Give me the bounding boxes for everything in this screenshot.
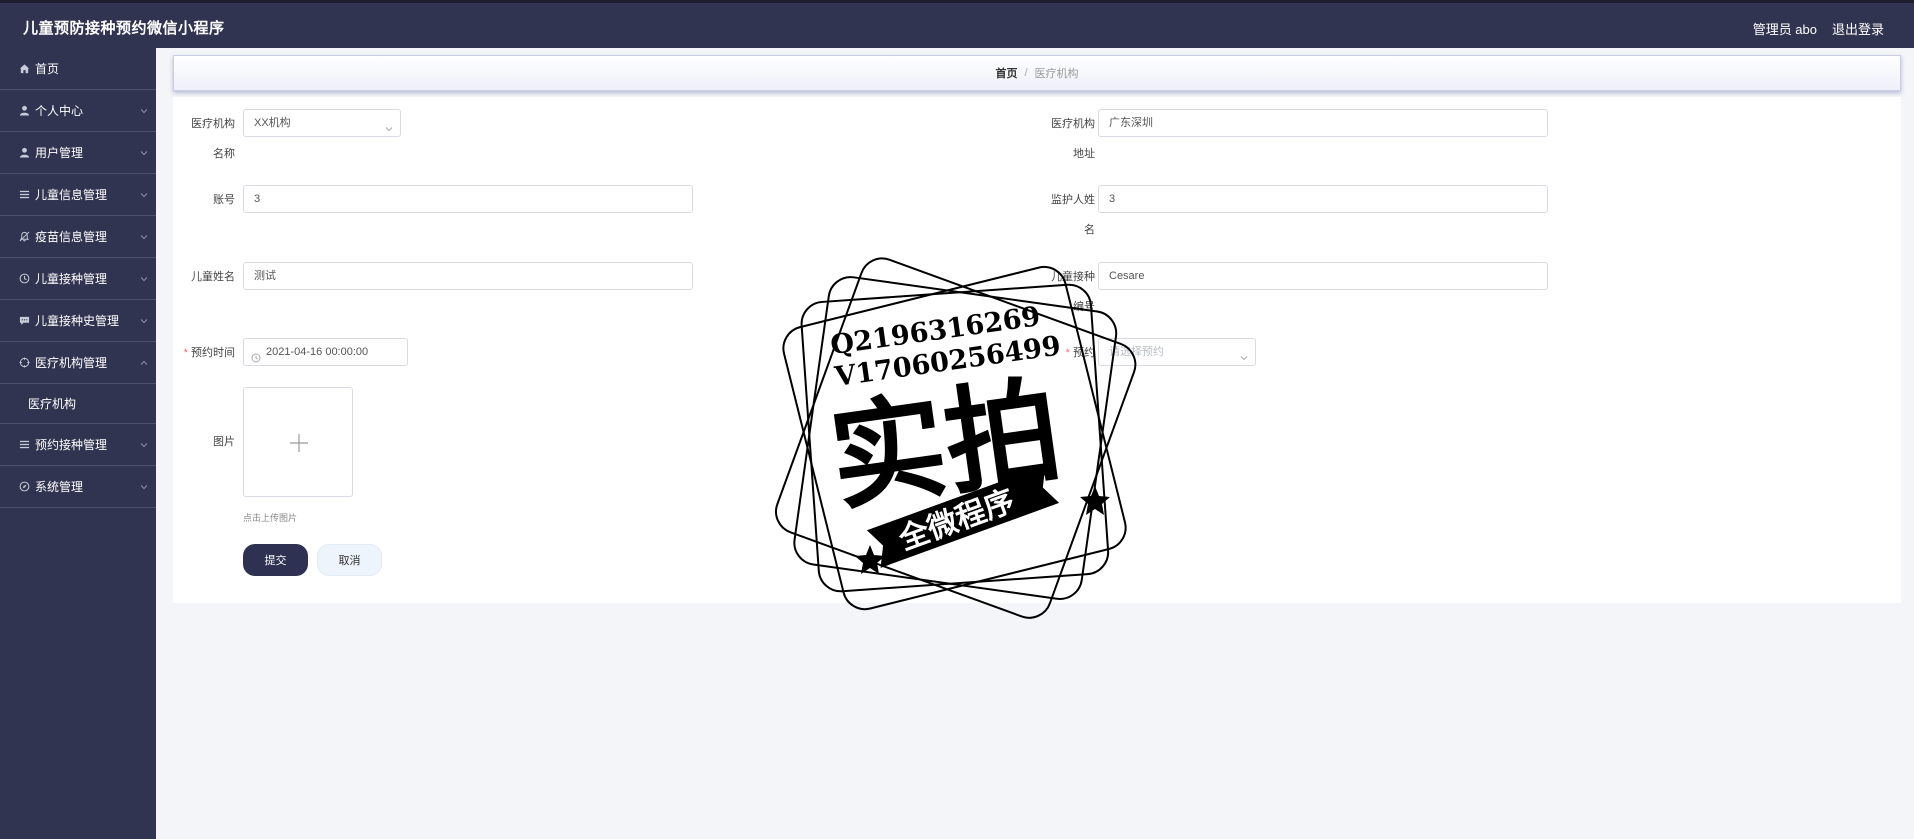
breadcrumb-current: 医疗机构	[1034, 68, 1079, 80]
child-name-label: 儿童姓名	[191, 271, 235, 283]
sidebar-item-label: 医疗机构管理	[35, 356, 108, 370]
guardian-name-label-line1: 监护人姓	[1051, 194, 1095, 206]
guardian-name-input[interactable]: 3	[1098, 185, 1548, 213]
bell-icon	[18, 231, 30, 243]
chevron-down-icon	[1239, 347, 1249, 361]
breadcrumb: 首页 / 医疗机构	[173, 55, 1901, 91]
sidebar-item-child-info[interactable]: 儿童信息管理	[0, 174, 156, 216]
org-name-label-line1: 医疗机构	[191, 118, 235, 130]
sidebar-item-label: 疫苗信息管理	[35, 230, 108, 244]
org-name-select-value: XX机构	[254, 117, 291, 129]
chevron-down-icon	[138, 189, 150, 201]
chevron-down-icon	[138, 439, 150, 451]
sidebar-item-label: 儿童信息管理	[35, 188, 108, 202]
star-icon	[855, 545, 885, 574]
account-label: 账号	[213, 194, 235, 206]
home-icon	[18, 63, 30, 75]
image-upload[interactable]	[243, 387, 353, 497]
clock-icon	[18, 273, 30, 285]
org-address-input[interactable]: 广东深圳	[1098, 109, 1548, 137]
sidebar-item-appointment-management[interactable]: 预约接种管理	[0, 424, 156, 466]
list-icon	[18, 439, 30, 451]
chat-icon	[18, 315, 30, 327]
submit-button[interactable]: 提交	[243, 544, 308, 576]
user-icon	[18, 147, 30, 159]
sidebar-item-label: 系统管理	[35, 480, 84, 494]
admin-user-label: 管理员 abo	[1752, 22, 1817, 37]
watermark-stamp: Q2196316269 V17060256499 实拍 全微程序	[760, 243, 1150, 638]
sidebar-item-home[interactable]: 首页	[0, 48, 156, 90]
chevron-up-icon	[138, 357, 150, 369]
crosshair-icon	[18, 357, 30, 369]
upload-hint: 点击上传图片	[243, 513, 298, 523]
sidebar-item-label: 首页	[35, 62, 60, 76]
sidebar-item-medical-org-management[interactable]: 医疗机构管理	[0, 342, 156, 384]
sidebar-item-personal-center[interactable]: 个人中心	[0, 90, 156, 132]
appointment-time-label-text: 预约时间	[191, 347, 235, 359]
chevron-down-icon	[138, 105, 150, 117]
org-address-label: 医疗机构 地址	[1043, 118, 1095, 161]
chevron-down-icon	[384, 118, 394, 132]
sidebar-item-child-vaccination[interactable]: 儿童接种管理	[0, 258, 156, 300]
logout-link[interactable]: 退出登录	[1832, 19, 1884, 38]
sidebar-item-label: 儿童接种史管理	[35, 314, 120, 328]
sidebar: 首页 个人中心 用户管理 儿童信息管理 疫苗信息管理 儿童接种管理 儿童接种史管…	[0, 48, 156, 839]
required-mark: *	[183, 347, 188, 359]
cancel-button[interactable]: 取消	[317, 544, 382, 576]
chevron-down-icon	[138, 273, 150, 285]
clock-icon	[251, 347, 261, 363]
sidebar-item-vaccination-history[interactable]: 儿童接种史管理	[0, 300, 156, 342]
guardian-name-label: 监护人姓 名	[1043, 194, 1095, 237]
child-name-input[interactable]: 测试	[243, 262, 693, 290]
sidebar-subitem-medical-org[interactable]: 医疗机构	[0, 384, 156, 424]
sidebar-item-vaccine-info[interactable]: 疫苗信息管理	[0, 216, 156, 258]
compass-icon	[18, 481, 30, 493]
sidebar-item-label: 儿童接种管理	[35, 272, 108, 286]
org-name-select[interactable]: XX机构	[243, 109, 401, 137]
org-name-label-line2: 名称	[213, 148, 235, 160]
sidebar-item-label: 个人中心	[35, 104, 84, 118]
child-vaccination-no-input[interactable]: Cesare	[1098, 262, 1548, 290]
plus-icon	[289, 433, 309, 453]
appointment-time-label: * 预约时间	[173, 347, 235, 360]
app-title: 儿童预防接种预约微信小程序	[23, 20, 225, 37]
guardian-name-label-line2: 名	[1084, 224, 1095, 236]
appointment-time-picker[interactable]: 2021-04-16 00:00:00	[243, 338, 408, 366]
sidebar-item-label: 预约接种管理	[35, 438, 108, 452]
org-address-label-line1: 医疗机构	[1051, 118, 1095, 130]
org-name-label: 医疗机构 名称	[183, 118, 235, 161]
org-address-label-line2: 地址	[1073, 148, 1095, 160]
sidebar-item-label: 用户管理	[35, 146, 84, 160]
user-icon	[18, 105, 30, 117]
chevron-down-icon	[138, 315, 150, 327]
chevron-down-icon	[138, 481, 150, 493]
list-icon	[18, 189, 30, 201]
watermark-stamp-graphic: Q2196316269 V17060256499 实拍 全微程序	[775, 257, 1137, 619]
breadcrumb-home[interactable]: 首页	[995, 65, 1017, 81]
top-bar: 儿童预防接种预约微信小程序 管理员 abo 退出登录	[0, 0, 1914, 48]
appointment-time-value: 2021-04-16 00:00:00	[266, 346, 369, 358]
breadcrumb-separator: /	[1024, 67, 1028, 79]
sidebar-item-system-management[interactable]: 系统管理	[0, 466, 156, 508]
image-label: 图片	[213, 436, 235, 448]
sidebar-item-user-management[interactable]: 用户管理	[0, 132, 156, 174]
account-input[interactable]: 3	[243, 185, 693, 213]
chevron-down-icon	[138, 231, 150, 243]
chevron-down-icon	[138, 147, 150, 159]
